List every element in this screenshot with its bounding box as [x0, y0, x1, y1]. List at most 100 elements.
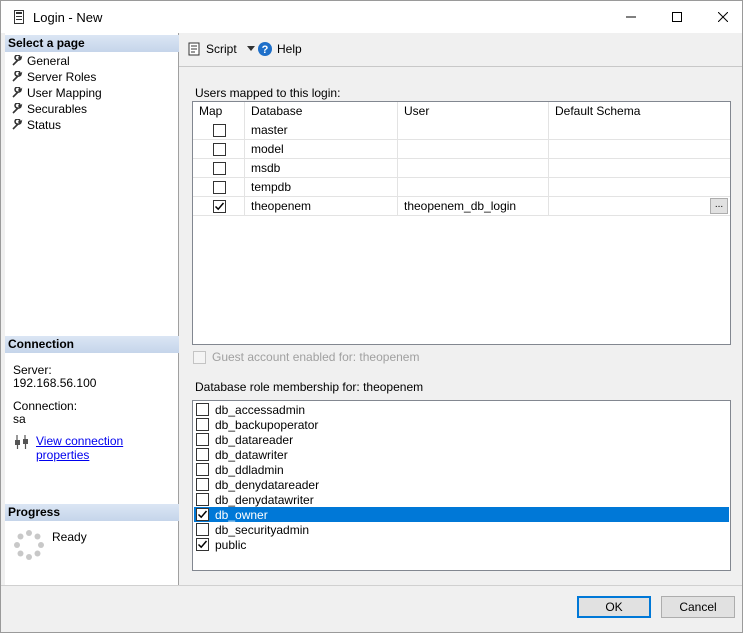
role-checkbox[interactable]: [196, 448, 209, 461]
role-label: db_datareader: [215, 432, 294, 447]
column-header-user[interactable]: User: [398, 102, 549, 121]
map-cell: [193, 159, 245, 178]
map-checkbox[interactable]: [213, 181, 226, 194]
table-row: theopenem theopenem_db_login ...: [193, 197, 730, 216]
map-cell: [193, 121, 245, 140]
role-checkbox[interactable]: [196, 523, 209, 536]
script-label: Script: [206, 42, 237, 56]
role-label: db_datawriter: [215, 447, 288, 462]
page-item-server-roles[interactable]: Server Roles: [11, 69, 96, 85]
map-checkbox[interactable]: [213, 143, 226, 156]
user-cell[interactable]: [398, 140, 549, 159]
role-checkbox[interactable]: [196, 478, 209, 491]
user-cell[interactable]: [398, 159, 549, 178]
role-item-public[interactable]: public: [194, 537, 729, 552]
users-mapped-grid: Map Database User Default Schema master …: [192, 101, 731, 345]
role-label: db_owner: [215, 507, 268, 522]
guest-account-checkbox[interactable]: [193, 350, 206, 364]
help-icon: ?: [258, 42, 272, 56]
role-membership-list: db_accessadmin db_backupoperator db_data…: [192, 400, 731, 571]
page-item-label: Status: [27, 118, 62, 132]
map-checkbox[interactable]: [213, 200, 226, 213]
role-label: db_backupoperator: [215, 417, 319, 432]
guest-account-option: Guest account enabled for: theopenem: [193, 350, 419, 364]
role-checkbox[interactable]: [196, 463, 209, 476]
cancel-button[interactable]: Cancel: [661, 596, 735, 618]
default-schema-cell[interactable]: [549, 178, 730, 197]
default-schema-cell[interactable]: [549, 159, 730, 178]
map-checkbox[interactable]: [213, 124, 226, 137]
table-row: model: [193, 140, 730, 159]
database-cell: msdb: [245, 159, 398, 178]
checkmark-icon: [214, 202, 225, 211]
server-label: Server:: [13, 363, 52, 377]
page-item-securables[interactable]: Securables: [11, 101, 87, 117]
role-checkbox[interactable]: [196, 508, 209, 521]
user-cell[interactable]: theopenem_db_login: [398, 197, 549, 216]
page-item-label: Securables: [27, 102, 88, 116]
role-label: public: [215, 537, 247, 552]
role-item-db-accessadmin[interactable]: db_accessadmin: [194, 402, 729, 417]
page-item-label: Server Roles: [27, 70, 97, 84]
close-button[interactable]: [700, 1, 743, 33]
database-cell: model: [245, 140, 398, 159]
column-header-database[interactable]: Database: [245, 102, 398, 121]
role-checkbox[interactable]: [196, 403, 209, 416]
wrench-icon: [12, 87, 23, 98]
ok-button[interactable]: OK: [577, 596, 651, 618]
toolbar: Script ? Help: [179, 33, 742, 67]
connection-header: Connection: [5, 336, 179, 353]
maximize-icon: [672, 12, 682, 22]
page-item-label: General: [27, 54, 70, 68]
role-item-db-owner[interactable]: db_owner: [194, 507, 729, 522]
role-item-db-denydatawriter[interactable]: db_denydatawriter: [194, 492, 729, 507]
role-item-db-securityadmin[interactable]: db_securityadmin: [194, 522, 729, 537]
server-icon: [14, 10, 24, 24]
role-item-db-datawriter[interactable]: db_datawriter: [194, 447, 729, 462]
page-item-user-mapping[interactable]: User Mapping: [11, 85, 102, 101]
page-item-label: User Mapping: [27, 86, 102, 100]
help-label: Help: [277, 42, 302, 56]
server-value: 192.168.56.100: [13, 376, 97, 390]
role-item-db-backupoperator[interactable]: db_backupoperator: [194, 417, 729, 432]
page-item-general[interactable]: General: [11, 53, 70, 69]
progress-status: Ready: [52, 530, 87, 544]
role-item-db-ddladmin[interactable]: db_ddladmin: [194, 462, 729, 477]
script-button[interactable]: Script: [187, 42, 255, 56]
default-schema-cell[interactable]: [549, 140, 730, 159]
users-mapped-label: Users mapped to this login:: [195, 86, 341, 100]
role-label: db_denydatareader: [215, 477, 320, 492]
grid-header-row: Map Database User Default Schema: [193, 102, 730, 121]
checkmark-icon: [197, 540, 208, 549]
role-checkbox[interactable]: [196, 418, 209, 431]
maximize-button[interactable]: [654, 1, 700, 33]
minimize-button[interactable]: [608, 1, 654, 33]
default-schema-cell[interactable]: [549, 197, 730, 216]
login-new-dialog: Login - New Select a page General Server…: [0, 0, 743, 633]
wrench-icon: [12, 71, 23, 82]
window-title: Login - New: [33, 10, 103, 25]
role-item-db-datareader[interactable]: db_datareader: [194, 432, 729, 447]
help-button[interactable]: ? Help: [258, 42, 302, 56]
column-header-default-schema[interactable]: Default Schema: [549, 102, 730, 121]
progress-spinner-icon: [14, 530, 44, 560]
user-cell[interactable]: [398, 178, 549, 197]
column-header-map[interactable]: Map: [193, 102, 245, 121]
page-item-status[interactable]: Status: [11, 117, 61, 133]
map-checkbox[interactable]: [213, 162, 226, 175]
role-checkbox[interactable]: [196, 493, 209, 506]
title-bar: Login - New: [1, 1, 742, 33]
user-cell[interactable]: [398, 121, 549, 140]
role-label: db_securityadmin: [215, 522, 310, 537]
role-checkbox[interactable]: [196, 538, 209, 551]
role-label: db_ddladmin: [215, 462, 284, 477]
database-cell: tempdb: [245, 178, 398, 197]
view-connection-properties-link[interactable]: View connection properties: [36, 434, 178, 462]
role-checkbox[interactable]: [196, 433, 209, 446]
chevron-down-icon[interactable]: [246, 46, 255, 52]
select-page-header: Select a page: [5, 35, 179, 52]
browse-schema-button[interactable]: ...: [710, 198, 728, 214]
default-schema-cell[interactable]: [549, 121, 730, 140]
right-pane: Script ? Help Users mapped to this login…: [179, 33, 742, 585]
role-item-db-denydatareader[interactable]: db_denydatareader: [194, 477, 729, 492]
